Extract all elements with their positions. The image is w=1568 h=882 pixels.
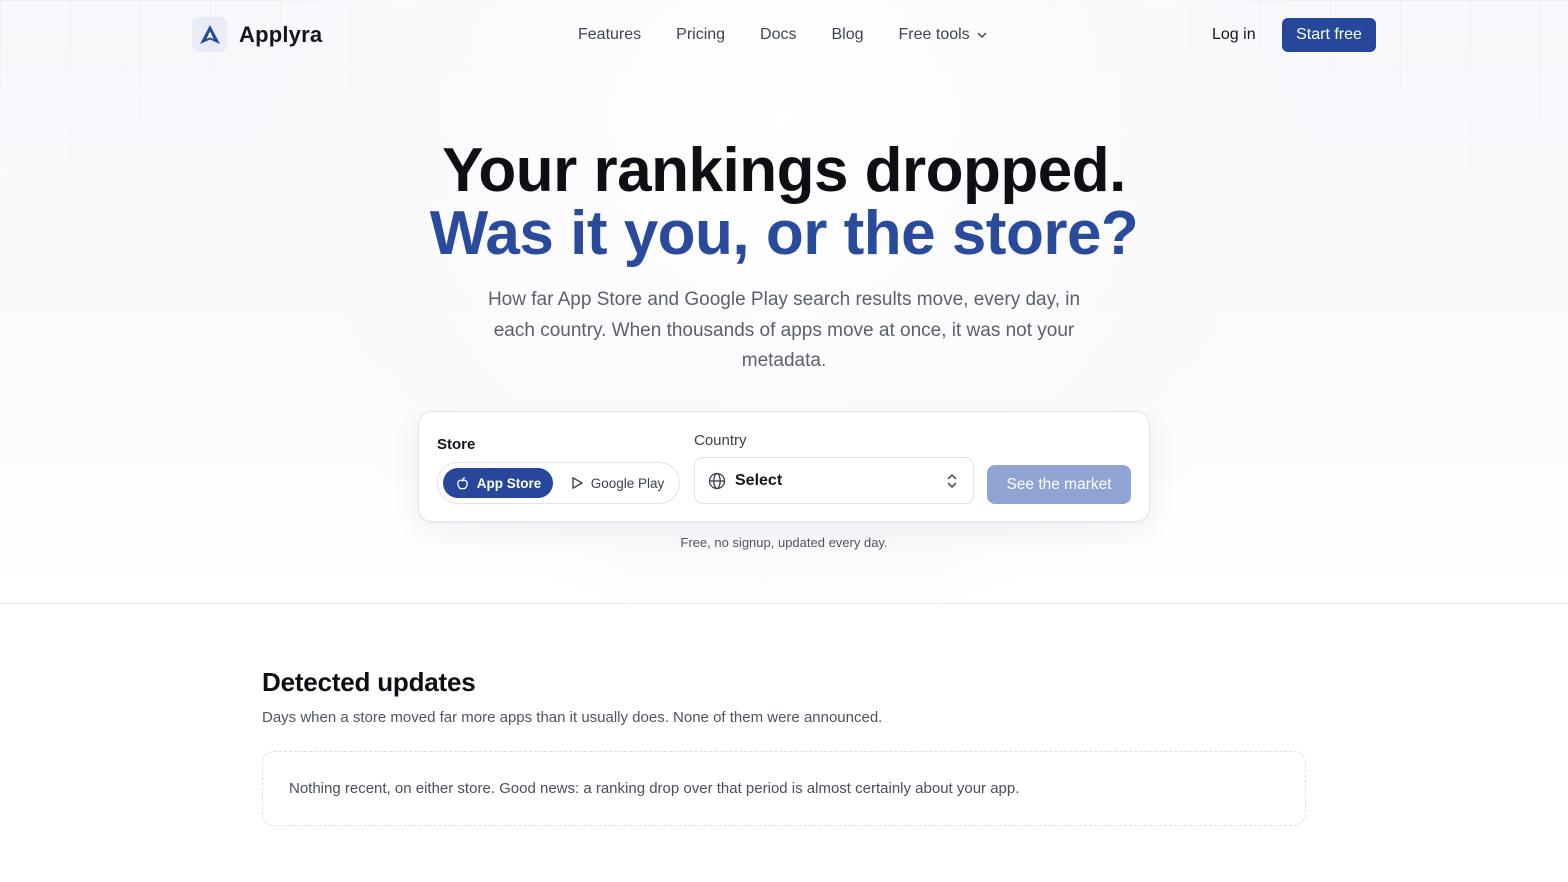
chevron-up-down-icon [947, 474, 957, 488]
empty-state-message: Nothing recent, on either store. Good ne… [289, 780, 1020, 797]
nav-link-pricing[interactable]: Pricing [676, 25, 725, 45]
detected-updates-empty-state: Nothing recent, on either store. Good ne… [262, 751, 1306, 826]
page: Applyra Features Pricing Docs Blog Free … [0, 0, 1568, 882]
nav-link-blog[interactable]: Blog [832, 25, 864, 45]
store-option-google-play-label: Google Play [590, 475, 665, 491]
country-select[interactable]: Select [694, 457, 974, 504]
hero-title-line-1: Your rankings dropped. [442, 136, 1126, 205]
detected-updates-description: Days when a store moved far more apps th… [262, 709, 883, 726]
start-free-button[interactable]: Start free [1282, 18, 1376, 52]
nav-link-docs[interactable]: Docs [760, 25, 796, 45]
store-option-app-store-label: App Store [476, 475, 542, 491]
nav-link-free-tools[interactable]: Free tools [899, 25, 988, 45]
store-option-app-store[interactable]: App Store [443, 468, 553, 498]
store-label: Store [437, 436, 476, 453]
login-link[interactable]: Log in [1212, 25, 1256, 45]
store-option-google-play[interactable]: Google Play [562, 468, 672, 498]
search-note: Free, no signup, updated every day. [680, 535, 888, 550]
globe-icon [708, 472, 726, 490]
country-select-value: Select [735, 472, 783, 489]
top-nav: Applyra Features Pricing Docs Blog Free … [0, 0, 1568, 70]
apple-icon [456, 476, 468, 489]
brand-logo[interactable]: Applyra [192, 17, 322, 52]
detected-updates-title: Detected updates [262, 667, 476, 697]
country-label: Country [694, 432, 747, 449]
play-icon [572, 477, 583, 489]
nav-link-features[interactable]: Features [578, 25, 641, 45]
brand-logo-icon [192, 17, 227, 52]
see-the-market-button[interactable]: See the market [987, 465, 1131, 504]
hero-title-line-2: Was it you, or the store? [429, 199, 1139, 268]
hero-subtitle: How far App Store and Google Play search… [487, 289, 1081, 371]
nav-link-free-tools-label: Free tools [898, 26, 970, 43]
nav-links: Features Pricing Docs Blog Free tools [578, 25, 1023, 45]
brand-name: Applyra [239, 21, 323, 47]
chevron-down-icon [977, 32, 986, 38]
